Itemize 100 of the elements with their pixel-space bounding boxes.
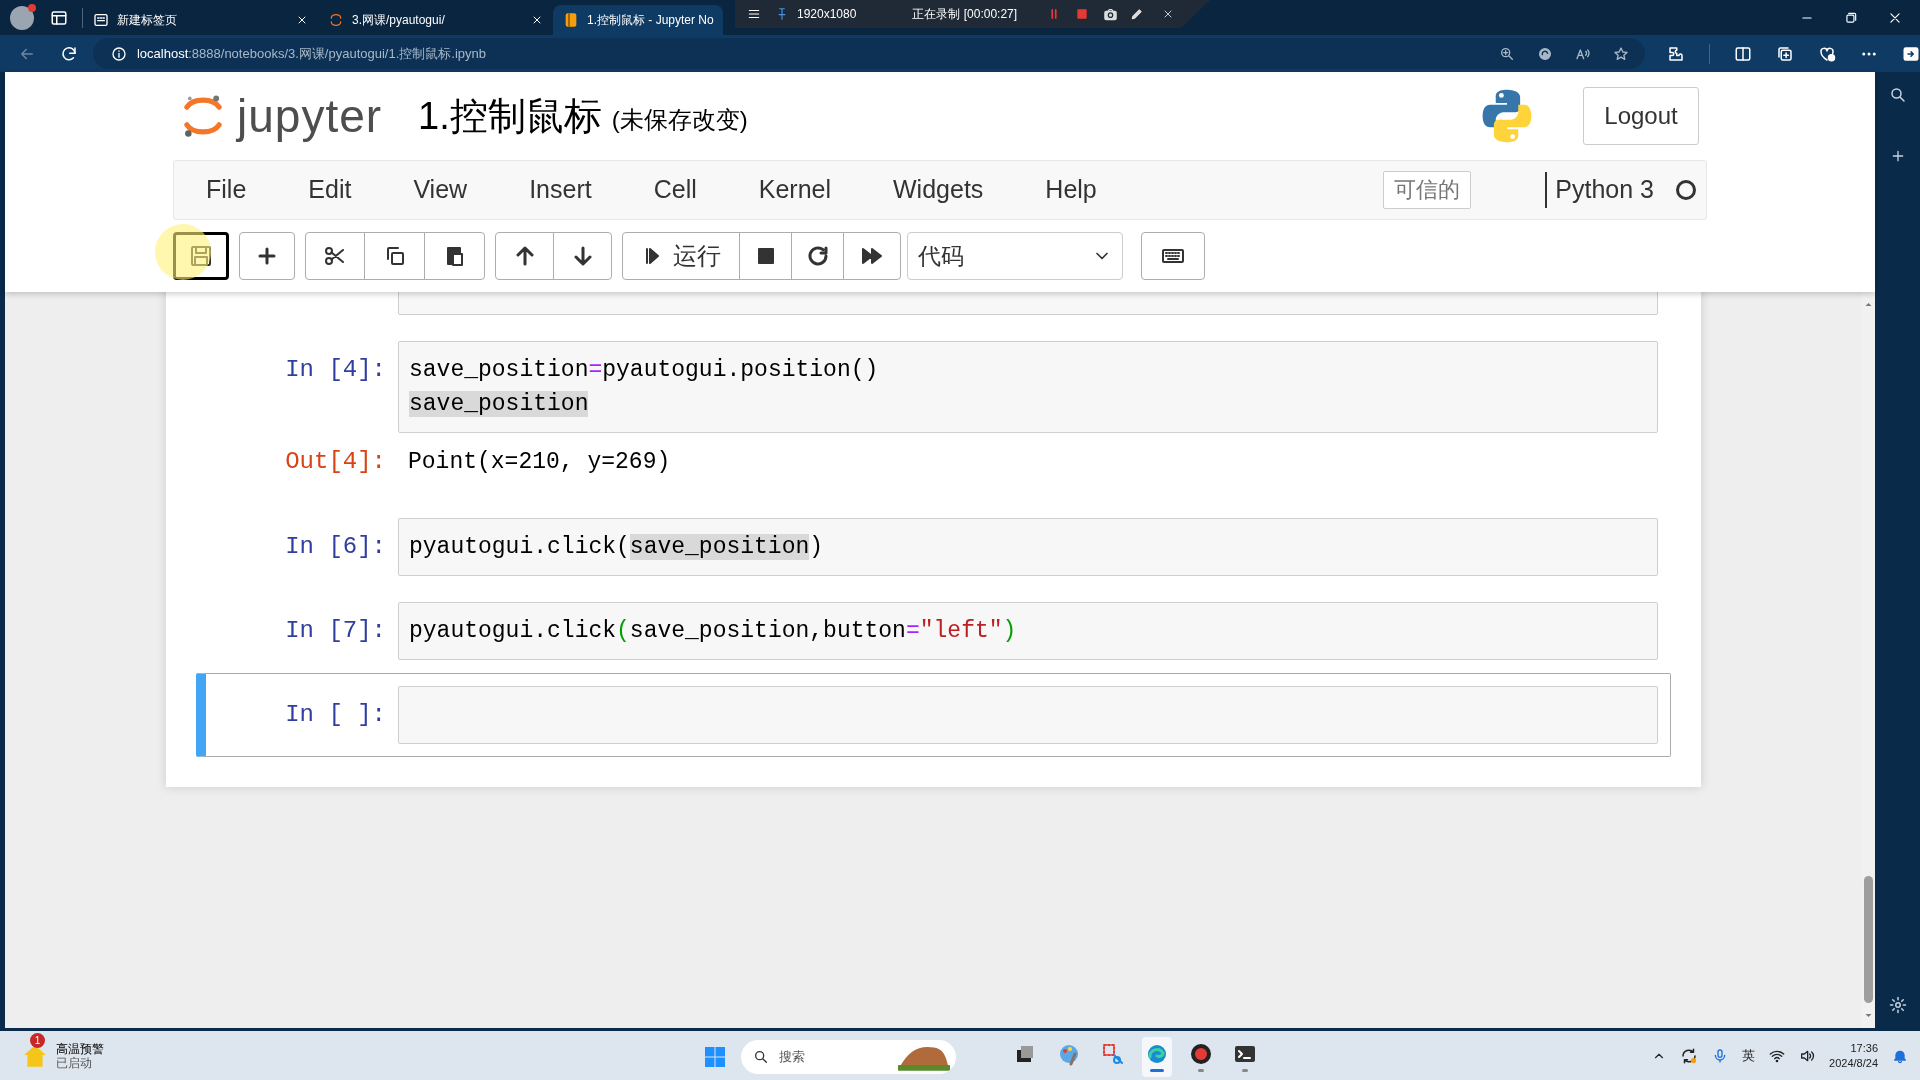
run-button[interactable]: 运行 xyxy=(622,232,740,280)
refresh-icon[interactable] xyxy=(59,44,78,63)
profile-avatar[interactable] xyxy=(10,5,34,30)
menu-item[interactable]: Edit xyxy=(308,171,352,209)
restart-button[interactable] xyxy=(791,232,844,280)
info-icon[interactable] xyxy=(110,45,127,62)
input-prompt: In [4]: xyxy=(284,355,387,385)
brand-name[interactable]: jupyter xyxy=(237,81,383,151)
browser-tab[interactable]: 新建标签页 xyxy=(83,5,318,35)
taskbar-search[interactable]: 搜索 xyxy=(741,1040,956,1074)
tab-title: 3.网课/pyautogui/ xyxy=(352,12,446,29)
refresh-icon xyxy=(805,244,830,268)
arrow-down-icon[interactable] xyxy=(1864,1011,1873,1020)
swirl-icon xyxy=(1145,1042,1169,1066)
record-icon xyxy=(1189,1042,1213,1066)
menu-item[interactable]: File xyxy=(206,171,247,209)
notebook-cell[interactable]: In [6]: pyautogui.click(save_position) xyxy=(196,505,1671,589)
notebook-cell[interactable]: In [4]: save_position=pyautogui.position() save_position Out[4]: Point(x=210, y=269) xyxy=(196,328,1671,505)
search-icon[interactable] xyxy=(1888,86,1907,104)
book-icon xyxy=(563,12,579,28)
input-prompt: In [7]: xyxy=(284,616,387,646)
address-bar[interactable]: localhost:8888/notebooks/3.网课/pyautogui/1.控制鼠标.ipynb xyxy=(92,38,1645,69)
code-line: save_position=pyautogui.position() xyxy=(409,356,880,385)
kernel-name[interactable]: Python 3 xyxy=(1555,171,1654,209)
logout-button[interactable]: Logout xyxy=(1583,87,1699,145)
menu-item[interactable]: Kernel xyxy=(758,171,831,209)
menu-item[interactable]: Help xyxy=(1045,171,1097,209)
trusted-badge[interactable]: 可信的 xyxy=(1383,171,1472,209)
save-status: (未保存改变) xyxy=(611,105,748,135)
input-prompt: In [6]: xyxy=(284,532,387,562)
url-text: localhost:8888/notebooks/3.网课/pyautogui/1.控制鼠标.ipynb xyxy=(136,44,486,63)
stop-icon[interactable] xyxy=(1075,7,1090,21)
output-prompt: Out[4]: xyxy=(284,447,387,477)
tab-actions-icon[interactable] xyxy=(50,8,68,27)
output-text: Point(x=210, y=269) xyxy=(407,448,671,477)
pen-icon[interactable] xyxy=(1130,7,1145,21)
notebook-cell[interactable]: In [ ]: xyxy=(196,673,1671,757)
puzzle-icon[interactable] xyxy=(1667,44,1685,63)
move-down-button[interactable] xyxy=(553,232,612,280)
notebook-cell[interactable]: In [7]: pyautogui.click(save_position,button="left") xyxy=(196,589,1671,673)
camera-icon[interactable] xyxy=(1103,6,1119,22)
interrupt-button[interactable] xyxy=(739,232,792,280)
recording-status: 正在录制 [00:00:27] xyxy=(912,6,1018,23)
resolution-label: 1920x1080 xyxy=(797,6,857,23)
sync-icon[interactable] xyxy=(1680,1046,1699,1065)
zoom-icon[interactable] xyxy=(1499,45,1515,62)
browser-tab[interactable]: 1.控制鼠标 - Jupyter No xyxy=(553,5,723,35)
code-line: pyautogui.click(save_position,button="left") xyxy=(409,617,1018,646)
menu-item[interactable]: Cell xyxy=(653,171,697,209)
copy-button[interactable] xyxy=(364,232,425,280)
notebook-title[interactable]: 1.控制鼠标 xyxy=(418,87,602,145)
menu-item[interactable]: Widgets xyxy=(893,171,984,209)
search-icon xyxy=(753,1049,769,1065)
run-all-button[interactable] xyxy=(843,232,901,280)
weather-title: 高温预警 xyxy=(56,1041,104,1056)
windows-start-icon[interactable] xyxy=(703,1045,727,1069)
pin-icon[interactable] xyxy=(775,7,789,21)
cursor-highlight xyxy=(155,224,211,280)
palette-icon xyxy=(1057,1042,1081,1066)
swirl-icon[interactable] xyxy=(1537,45,1553,62)
menu-icon[interactable] xyxy=(747,7,761,21)
menu-item[interactable]: View xyxy=(413,171,468,209)
insert-cell-button[interactable] xyxy=(239,232,295,280)
arc-icon xyxy=(328,12,344,28)
arrow-up-icon[interactable] xyxy=(1864,300,1873,309)
code-input[interactable]: pyautogui.click(save_position,button="left") xyxy=(398,602,1658,660)
input-prompt: In [ ]: xyxy=(284,700,387,730)
settings-icon[interactable] xyxy=(1888,996,1907,1014)
star-icon[interactable] xyxy=(1613,45,1629,62)
move-up-button[interactable] xyxy=(495,232,554,280)
browser-tab[interactable]: 3.网课/pyautogui/ xyxy=(318,5,553,35)
cut-button[interactable] xyxy=(305,232,365,280)
code-input[interactable]: save_position=pyautogui.position() save_position xyxy=(398,341,1658,433)
clock-time[interactable]: 17:36 xyxy=(1850,1040,1878,1056)
input-language[interactable]: 英 xyxy=(1742,1045,1756,1066)
code-input[interactable] xyxy=(398,686,1658,744)
weather-subtitle: 已启动 xyxy=(56,1055,93,1070)
clock-date[interactable]: 2024/8/24 xyxy=(1829,1055,1878,1071)
kernel-status-indicator xyxy=(1676,180,1696,200)
tab-title: 新建标签页 xyxy=(117,12,178,29)
menu-item[interactable]: Insert xyxy=(529,171,592,209)
close-icon[interactable] xyxy=(531,14,543,26)
restore-icon[interactable] xyxy=(1844,10,1858,25)
scissors-icon xyxy=(323,244,347,268)
scissors-icon xyxy=(1101,1042,1125,1066)
sidebar-icon[interactable] xyxy=(1902,44,1920,63)
scrollbar-thumb[interactable] xyxy=(1864,876,1873,1003)
close-icon[interactable] xyxy=(1888,10,1902,25)
notification-badge: 1 xyxy=(30,1032,45,1048)
command-palette-button[interactable] xyxy=(1141,232,1205,280)
collections-icon[interactable] xyxy=(1776,44,1794,63)
cell-type-dropdown[interactable]: 代码 xyxy=(907,232,1123,280)
split-screen-icon[interactable] xyxy=(1734,44,1752,63)
save-button[interactable] xyxy=(173,232,229,280)
close-icon[interactable] xyxy=(296,14,308,26)
code-input[interactable]: pyautogui.click(save_position) xyxy=(398,518,1658,576)
code-line: pyautogui.click(save_position) xyxy=(409,533,825,562)
page-icon xyxy=(93,12,109,28)
paste-button[interactable] xyxy=(424,232,485,280)
tab-title: 1.控制鼠标 - Jupyter No xyxy=(587,12,714,29)
